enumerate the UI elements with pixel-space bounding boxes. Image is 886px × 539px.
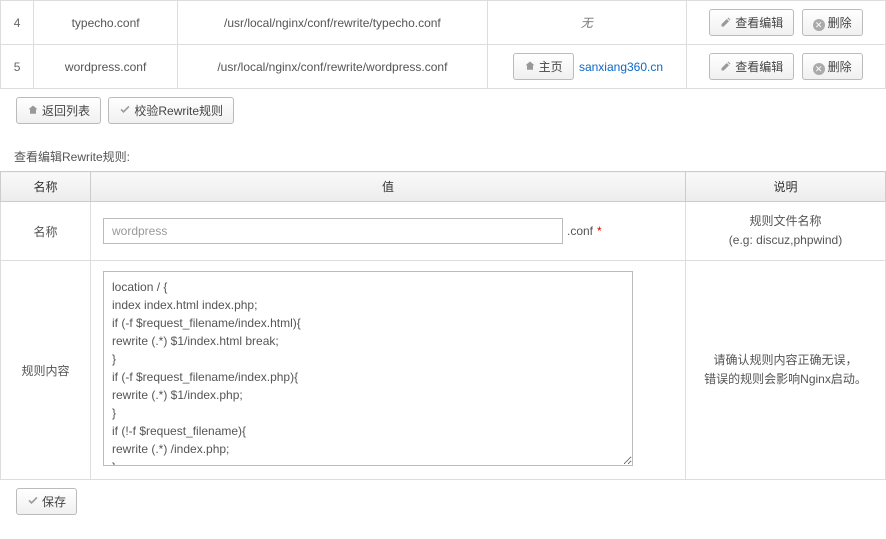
row-site: 无	[487, 1, 686, 45]
col-value: 值	[91, 172, 686, 202]
delete-icon: ✕	[813, 60, 825, 74]
home-icon	[27, 104, 39, 118]
delete-icon: ✕	[813, 16, 825, 30]
view-edit-button[interactable]: 查看编辑	[709, 9, 794, 36]
row-index: 5	[1, 45, 34, 89]
check-icon	[119, 104, 131, 118]
home-button[interactable]: 主页	[513, 53, 574, 80]
name-desc: 规则文件名称 (e.g: discuz,phpwind)	[686, 202, 886, 261]
site-none: 无	[581, 16, 593, 30]
required-mark: *	[597, 224, 602, 238]
rule-name-input[interactable]	[103, 218, 563, 244]
site-link[interactable]: sanxiang360.cn	[579, 60, 663, 74]
section-label: 查看编辑Rewrite规则:	[0, 132, 886, 171]
form-row-content: 规则内容 请确认规则内容正确无误， 错误的规则会影响Nginx启动。	[1, 261, 886, 480]
name-label: 名称	[1, 202, 91, 261]
table-row: 5 wordpress.conf /usr/local/nginx/conf/r…	[1, 45, 886, 89]
rewrite-files-table: 4 typecho.conf /usr/local/nginx/conf/rew…	[0, 0, 886, 89]
row-index: 4	[1, 1, 34, 45]
content-desc: 请确认规则内容正确无误， 错误的规则会影响Nginx启动。	[686, 261, 886, 480]
content-label: 规则内容	[1, 261, 91, 480]
toolbar: 返回列表 校验Rewrite规则	[0, 89, 886, 132]
back-button[interactable]: 返回列表	[16, 97, 101, 124]
check-icon	[27, 495, 39, 509]
view-edit-button[interactable]: 查看编辑	[709, 53, 794, 80]
row-filename: wordpress.conf	[34, 45, 178, 89]
validate-button[interactable]: 校验Rewrite规则	[108, 97, 234, 124]
row-site: 主页 sanxiang360.cn	[487, 45, 686, 89]
col-desc: 说明	[686, 172, 886, 202]
row-actions: 查看编辑 ✕删除	[686, 45, 885, 89]
home-icon	[524, 60, 536, 74]
col-name: 名称	[1, 172, 91, 202]
name-suffix: .conf	[567, 224, 593, 238]
form-header-row: 名称 值 说明	[1, 172, 886, 202]
save-button[interactable]: 保存	[16, 488, 77, 515]
table-row: 4 typecho.conf /usr/local/nginx/conf/rew…	[1, 1, 886, 45]
row-actions: 查看编辑 ✕删除	[686, 1, 885, 45]
save-toolbar: 保存	[0, 480, 886, 523]
delete-button[interactable]: ✕删除	[802, 53, 863, 80]
pencil-icon	[720, 60, 732, 74]
row-path: /usr/local/nginx/conf/rewrite/typecho.co…	[178, 1, 488, 45]
rule-content-textarea[interactable]	[103, 271, 633, 466]
rewrite-edit-form: 名称 值 说明 名称 .conf * 规则文件名称 (e.g: discuz,ph…	[0, 171, 886, 480]
pencil-icon	[720, 16, 732, 30]
row-path: /usr/local/nginx/conf/rewrite/wordpress.…	[178, 45, 488, 89]
content-cell	[91, 261, 686, 480]
row-filename: typecho.conf	[34, 1, 178, 45]
form-row-name: 名称 .conf * 规则文件名称 (e.g: discuz,phpwind)	[1, 202, 886, 261]
delete-button[interactable]: ✕删除	[802, 9, 863, 36]
name-cell: .conf *	[91, 202, 686, 261]
